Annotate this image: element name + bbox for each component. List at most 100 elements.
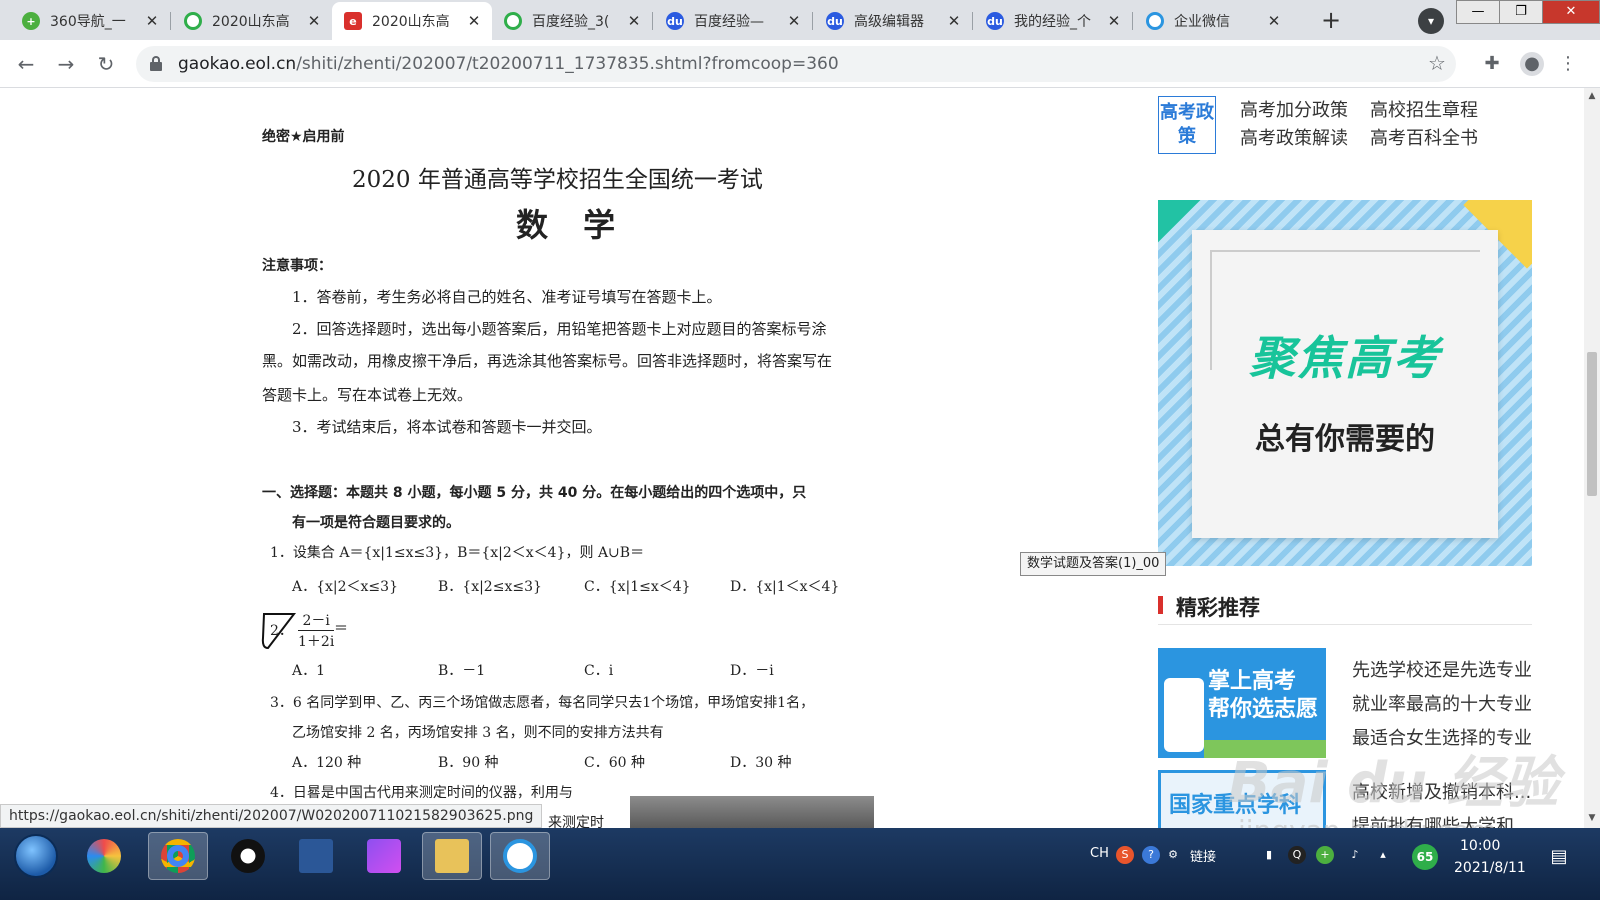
maximize-button[interactable]: ❐ [1499,0,1543,24]
baidu-paw-icon: du [986,12,1004,30]
menu-kebab-icon[interactable]: ⋮ [1556,52,1580,76]
page-scrollbar[interactable]: ▲ ▼ [1584,88,1600,828]
taskbar-photo-editor[interactable] [354,832,414,880]
360-tray-icon[interactable]: + [1316,846,1334,864]
policy-box[interactable]: 高考政策 [1158,96,1216,154]
scroll-down-arrow-icon[interactable]: ▼ [1584,810,1600,826]
help-icon[interactable]: ? [1142,846,1160,864]
notice-line: 1．答卷前，考生务必将自己的姓名、准考证号填写在答题卡上。 [292,288,722,306]
page-content: 绝密★启用前 2020 年普通高等学校招生全国统一考试 数 学 注意事项： 1．… [0,88,1584,828]
signal-icon[interactable]: ▮ [1260,846,1278,864]
tab-baidu-jingyan-2[interactable]: du 百度经验— ✕ [654,2,812,40]
tray-expand-icon[interactable]: ▴ [1374,846,1392,864]
notice-line: 答题卡上。写在本试卷上无效。 [262,386,473,404]
close-window-button[interactable]: ✕ [1542,0,1600,24]
q1-option-d: D．{x|1＜x＜4} [730,579,840,595]
taskbar-photos[interactable] [74,832,134,880]
scroll-thumb[interactable] [1587,352,1597,496]
tab-baidu-jingyan-1[interactable]: 百度经验_3( ✕ [492,2,652,40]
tray-link-label[interactable]: 链接 [1190,846,1216,865]
forward-arrow-icon[interactable]: → [52,50,80,78]
clock-time[interactable]: 10:00 [1460,838,1500,854]
q3-option-a: A．120 种 [292,755,362,771]
banner-title: 聚焦高考 [1249,331,1441,385]
baidu-paw-icon: du [666,12,684,30]
notice-heading: 注意事项： [262,258,332,274]
taskbar-chrome[interactable] [148,832,208,880]
tab-my-jingyan[interactable]: du 我的经验_个 ✕ [974,2,1132,40]
chrome-icon [161,839,195,873]
promo-text: 掌上高考 帮你选志愿 [1208,669,1319,722]
recommend-link[interactable]: 就业率最高的十大专业 [1352,690,1532,716]
wework-icon [503,839,537,873]
back-arrow-icon[interactable]: ← [12,50,40,78]
close-icon[interactable]: ✕ [1266,12,1282,30]
browser-toolbar: ← → ↻ gaokao.eol.cn/shiti/zhenti/202007/… [0,40,1600,88]
secret-label: 绝密★启用前 [262,129,345,145]
question-4: 4．日晷是中国古代用来测定时间的仪器，利用与 [270,785,573,801]
tab-label: 我的经验_个 [1014,14,1091,30]
tab-search-icon[interactable]: ▾ [1418,8,1444,34]
scroll-up-arrow-icon[interactable]: ▲ [1584,88,1600,104]
fraction-numerator: 2－i [298,610,335,631]
image-tooltip: 数学试题及答案(1)_00 [1020,552,1167,576]
profile-avatar-icon[interactable]: ● [1520,52,1544,76]
question-3-cont: 乙场馆安排 2 名，丙场馆安排 3 名，则不同的安排方法共有 [292,725,664,741]
loading-icon [184,12,202,30]
security-score-badge[interactable]: 65 [1412,844,1438,870]
volume-icon[interactable]: ♪ [1346,846,1364,864]
bookmark-star-icon[interactable]: ☆ [1428,51,1446,75]
minimize-button[interactable]: — [1456,0,1500,24]
close-icon[interactable]: ✕ [626,12,642,30]
policy-link[interactable]: 高校招生章程 [1370,96,1478,122]
policy-link[interactable]: 高考百科全书 [1370,124,1478,150]
close-icon[interactable]: ✕ [306,12,322,30]
reload-icon[interactable]: ↻ [92,50,120,78]
extensions-puzzle-icon[interactable]: ✚ [1480,52,1504,76]
mountain-icon [367,839,401,873]
url-text[interactable]: gaokao.eol.cn/shiti/zhenti/202007/t20200… [178,54,839,74]
policy-link[interactable]: 高考政策解读 [1240,124,1348,150]
close-icon[interactable]: ✕ [786,12,802,30]
address-bar[interactable]: gaokao.eol.cn/shiti/zhenti/202007/t20200… [136,46,1456,82]
recommend-link[interactable]: 先选学校还是先选专业 [1352,656,1532,682]
focus-gaokao-banner[interactable]: 聚焦高考 总有你需要的 [1158,200,1532,566]
new-tab-button[interactable]: + [1316,6,1346,36]
tab-shandong-1[interactable]: 2020山东高 ✕ [172,2,332,40]
taskbar-wework[interactable] [490,832,550,880]
notice-line: 黑。如需改动，用橡皮擦干净后，再选涂其他答案标号。回答非选择题时，将答案写在 [262,352,833,370]
divider [1158,624,1532,625]
taskbar-qq[interactable] [218,832,278,880]
q2-option-a: A．1 [292,663,326,679]
close-icon[interactable]: ✕ [144,12,160,30]
notice-line: 2．回答选择题时，选出每小题答案后，用铅笔把答题卡上对应题目的答案标号涂 [292,320,827,338]
tab-shandong-active[interactable]: e 2020山东高 ✕ [332,2,492,40]
close-icon[interactable]: ✕ [946,12,962,30]
clock-date[interactable]: 2021/8/11 [1454,860,1526,876]
lock-icon [150,56,162,72]
q1-option-a: A．{x|2＜x≤3} [292,579,398,595]
baidu-watermark-url: jingyan.baidu.com [1238,814,1496,828]
qq-tray-icon[interactable]: Q [1288,846,1306,864]
section-heading: 一、选择题：本题共 8 小题，每小题 5 分，共 40 分。在每小题给出的四个选… [262,485,807,501]
tab-360-nav[interactable]: + 360导航_一 ✕ [10,2,170,40]
q2-option-c: C．i [584,663,614,679]
taskbar-word[interactable] [286,832,346,880]
taskbar-explorer[interactable] [422,832,482,880]
ime-settings-icon[interactable]: ⚙ [1164,846,1182,864]
banner-card: 聚焦高考 总有你需要的 [1192,230,1498,538]
tab-wework[interactable]: 企业微信 ✕ [1134,2,1292,40]
fraction-denominator: 1＋2i [298,634,335,650]
notification-icon[interactable]: ▤ [1548,846,1570,868]
tab-label: 百度经验_3( [532,14,610,30]
input-language[interactable]: CH [1090,846,1109,861]
baidu-watermark: Bai du 经验 [1228,751,1559,816]
policy-link[interactable]: 高考加分政策 [1240,96,1348,122]
start-button[interactable] [14,834,58,878]
close-icon[interactable]: ✕ [1106,12,1122,30]
question-4-cont: 来测定时 [548,815,604,828]
sogou-ime-icon[interactable]: S [1116,846,1134,864]
folder-icon [435,839,469,873]
close-icon[interactable]: ✕ [466,12,482,30]
tab-advanced-editor[interactable]: du 高级编辑器 ✕ [814,2,972,40]
